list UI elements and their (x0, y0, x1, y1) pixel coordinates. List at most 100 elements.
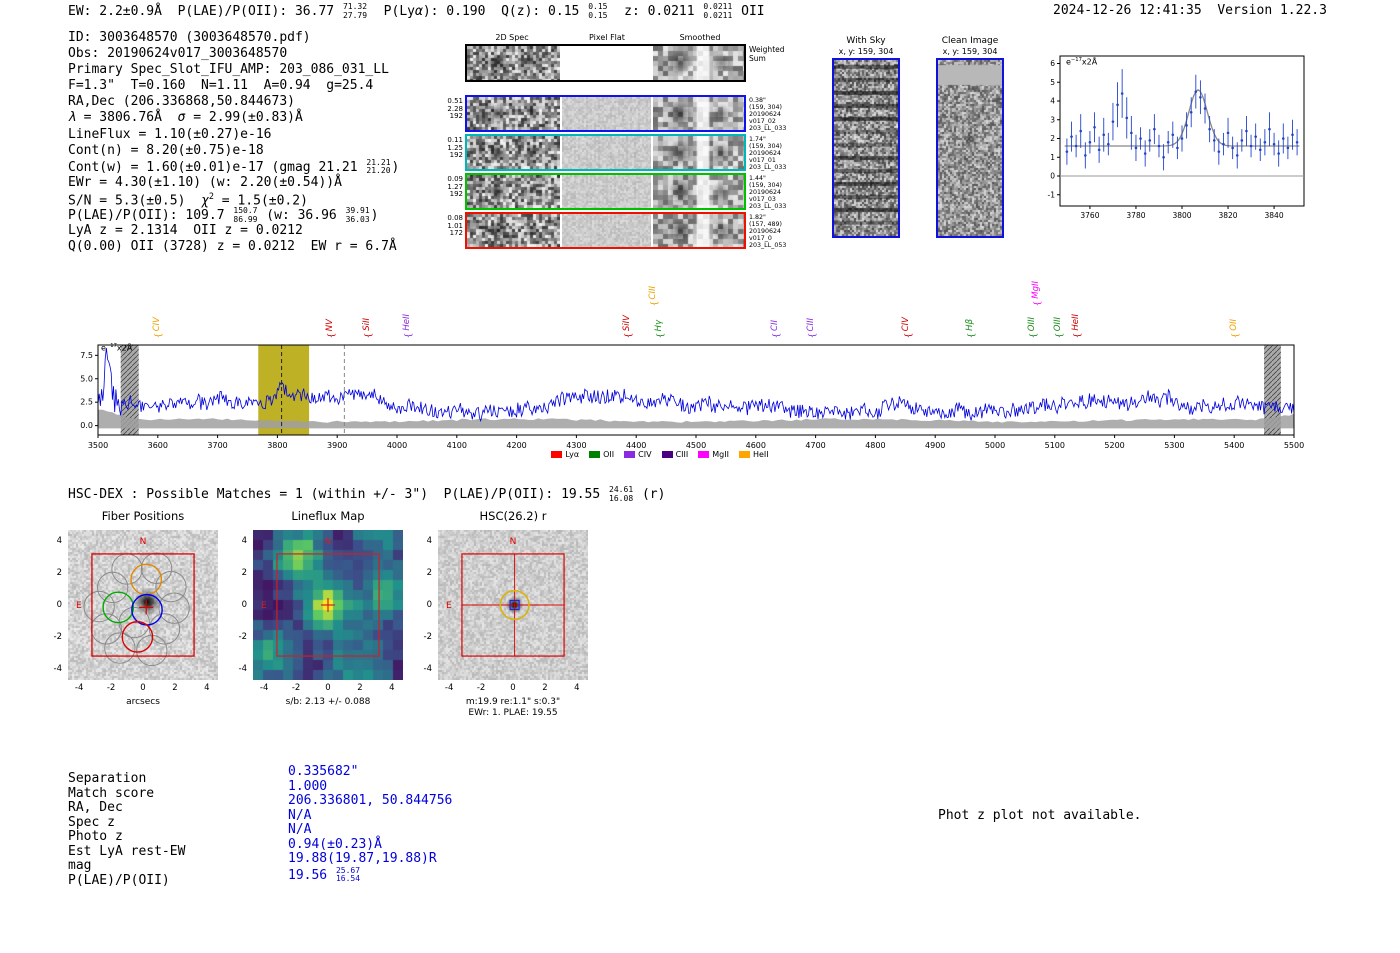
fiber-circle (158, 592, 190, 624)
emission-line-text: CII (769, 320, 780, 331)
spectrum-xtick-label: 4800 (865, 441, 885, 450)
axis-tick-label: 4 (241, 536, 247, 547)
legend-swatch (589, 451, 601, 458)
fit-data-point (1272, 142, 1276, 146)
spectrum-xtick-label: 3700 (207, 441, 227, 450)
legend-label: HeII (752, 450, 769, 459)
axis-tick-label: -2 (53, 631, 62, 642)
axis-tick-label: 0 (241, 600, 247, 610)
fit-data-point (1153, 127, 1156, 131)
emission-line-bracket-icon: } (402, 332, 413, 339)
fit-data-point (1249, 144, 1253, 148)
cutout-right-line: v017_0 (749, 235, 772, 242)
emission-line-text: CIII (647, 285, 658, 299)
emission-line-text: OIII (1052, 316, 1063, 331)
emission-line-label: OIII} (1025, 317, 1039, 340)
match-row-label: mag (68, 858, 92, 873)
fit-data-point (1084, 154, 1087, 157)
fit-data-point (1240, 139, 1244, 142)
info-line: Primary Spec_Slot_IFU_AMP: 203_086_031_L… (68, 62, 389, 78)
emission-line-bracket-icon: } (1027, 332, 1038, 339)
info-line: Obs: 20190624v017_3003648570 (68, 46, 288, 62)
fit-data-point (1254, 135, 1257, 138)
match-row-value: N/A (288, 822, 312, 837)
cutout-right-line: v017_02 (749, 118, 776, 125)
emission-line-text: HeII (1070, 314, 1081, 331)
fit-data-point (1185, 124, 1188, 127)
cutouts-panel: 2D Spec Pixel Flat Smoothed Weighted Sum 0… (447, 33, 800, 263)
fit-data-point (1291, 133, 1294, 137)
fiber-circle (111, 553, 143, 585)
axis-tick-label: -4 (259, 683, 269, 693)
spectrum-xtick-label: 4100 (447, 441, 467, 450)
emission-line-bracket-icon: } (325, 332, 336, 339)
spectrum-xtick-label: 4900 (925, 441, 945, 450)
match-row-value: N/A (288, 807, 312, 823)
with-sky-coords: x, y: 159, 304 (838, 47, 894, 56)
fit-data-point (1120, 92, 1124, 95)
cutout-strip-image (653, 175, 744, 208)
spectrum-ytick-label: 7.5 (80, 351, 93, 360)
axis-tick-label: -4 (423, 663, 432, 674)
line-fit-plot: 3760 3780 3800 3820 3840 -1 0 1 2 3 4 5 6 (1048, 55, 1305, 220)
emission-line-bracket-icon: } (806, 332, 817, 339)
match-row-label: Separation (68, 771, 147, 786)
match-row-label: Match score (68, 785, 155, 801)
fit-data-point (1088, 140, 1092, 144)
fit-data-point (1217, 150, 1221, 153)
emission-line-bracket-icon: } (648, 300, 659, 307)
spectrum-xtick-label: 5400 (1224, 441, 1244, 450)
cutout-left-line: 192 (449, 112, 463, 120)
cutout-left-line: 192 (449, 190, 463, 198)
match-row-value: 0.335682" (288, 764, 359, 779)
emission-line-text: CIV (151, 316, 162, 331)
fit-xtick-label: 3760 (1080, 211, 1099, 220)
axis-tick-label: 4 (426, 536, 432, 547)
emission-line-text: Hγ (653, 319, 664, 331)
north-label: N (510, 537, 517, 547)
fit-data-point (1162, 155, 1165, 159)
fit-data-point (1143, 152, 1147, 155)
emission-line-bracket-icon: } (770, 332, 781, 339)
fit-data-point (1093, 125, 1096, 129)
fit-ytick-label: 6 (1050, 59, 1055, 68)
fit-ytick-label: 4 (1050, 97, 1055, 106)
cutout-right-line: v017_03 (749, 196, 776, 203)
cutout-right-line: (159, 304) (749, 143, 782, 150)
spectrum-xtick-label: 3600 (148, 441, 168, 450)
photz-note: Phot z plot not available. (938, 808, 1142, 823)
fiber-circle (90, 613, 122, 645)
spectrum-xtick-label: 5000 (985, 441, 1005, 450)
cutout-right-line: 20190624 (749, 111, 782, 118)
cutout-right-label: 0.38" (159, 304) 20190624 v017_02 203_LL_033 (749, 97, 799, 132)
emission-line-label: CIII} (804, 318, 818, 340)
spectrum-ytick-label: 0.0 (80, 421, 93, 430)
axis-tick-label: -2 (238, 631, 247, 642)
cutout-right-line: 20190624 (749, 189, 782, 196)
clean-image-coords: x, y: 159, 304 (942, 47, 998, 56)
fit-data-point (1111, 120, 1115, 123)
cutout-row: 0.51 2.28 192 0.38" (159, 304) 20190624 v017_0… (447, 95, 786, 132)
axis-tick-label: 0 (510, 683, 516, 693)
emission-line-text: CIII (805, 317, 816, 331)
fit-ytick-label: 3 (1050, 115, 1055, 124)
spectrum-legend: Lyα OII CIV CIII MgII HeII (420, 450, 900, 459)
cutout-strip-image (467, 175, 560, 208)
cutout-strip-image (653, 136, 744, 169)
cutout-left-line: 192 (449, 151, 463, 159)
emission-line-label: MgII} (1029, 281, 1043, 308)
emission-line-bracket-icon: } (901, 332, 912, 339)
spectrum-xtick-label: 4400 (626, 441, 646, 450)
axis-tick-label: 2 (426, 568, 432, 579)
fit-data-point (1065, 150, 1069, 153)
fit-data-point (1166, 140, 1170, 144)
legend-swatch (661, 451, 673, 458)
axis-tick-label: 4 (389, 683, 395, 693)
cutout-left-label: 0.51 2.28 192 (429, 97, 463, 121)
cutout-right-line: 1.74" (749, 136, 766, 143)
fit-data-point (1199, 95, 1202, 99)
cutout-right-line: 0.38" (749, 97, 766, 104)
cutout-right-line: 203_LL_033 (749, 164, 787, 171)
cutout-left-line: 172 (449, 229, 463, 237)
match-row-label: Spec z (68, 814, 115, 830)
